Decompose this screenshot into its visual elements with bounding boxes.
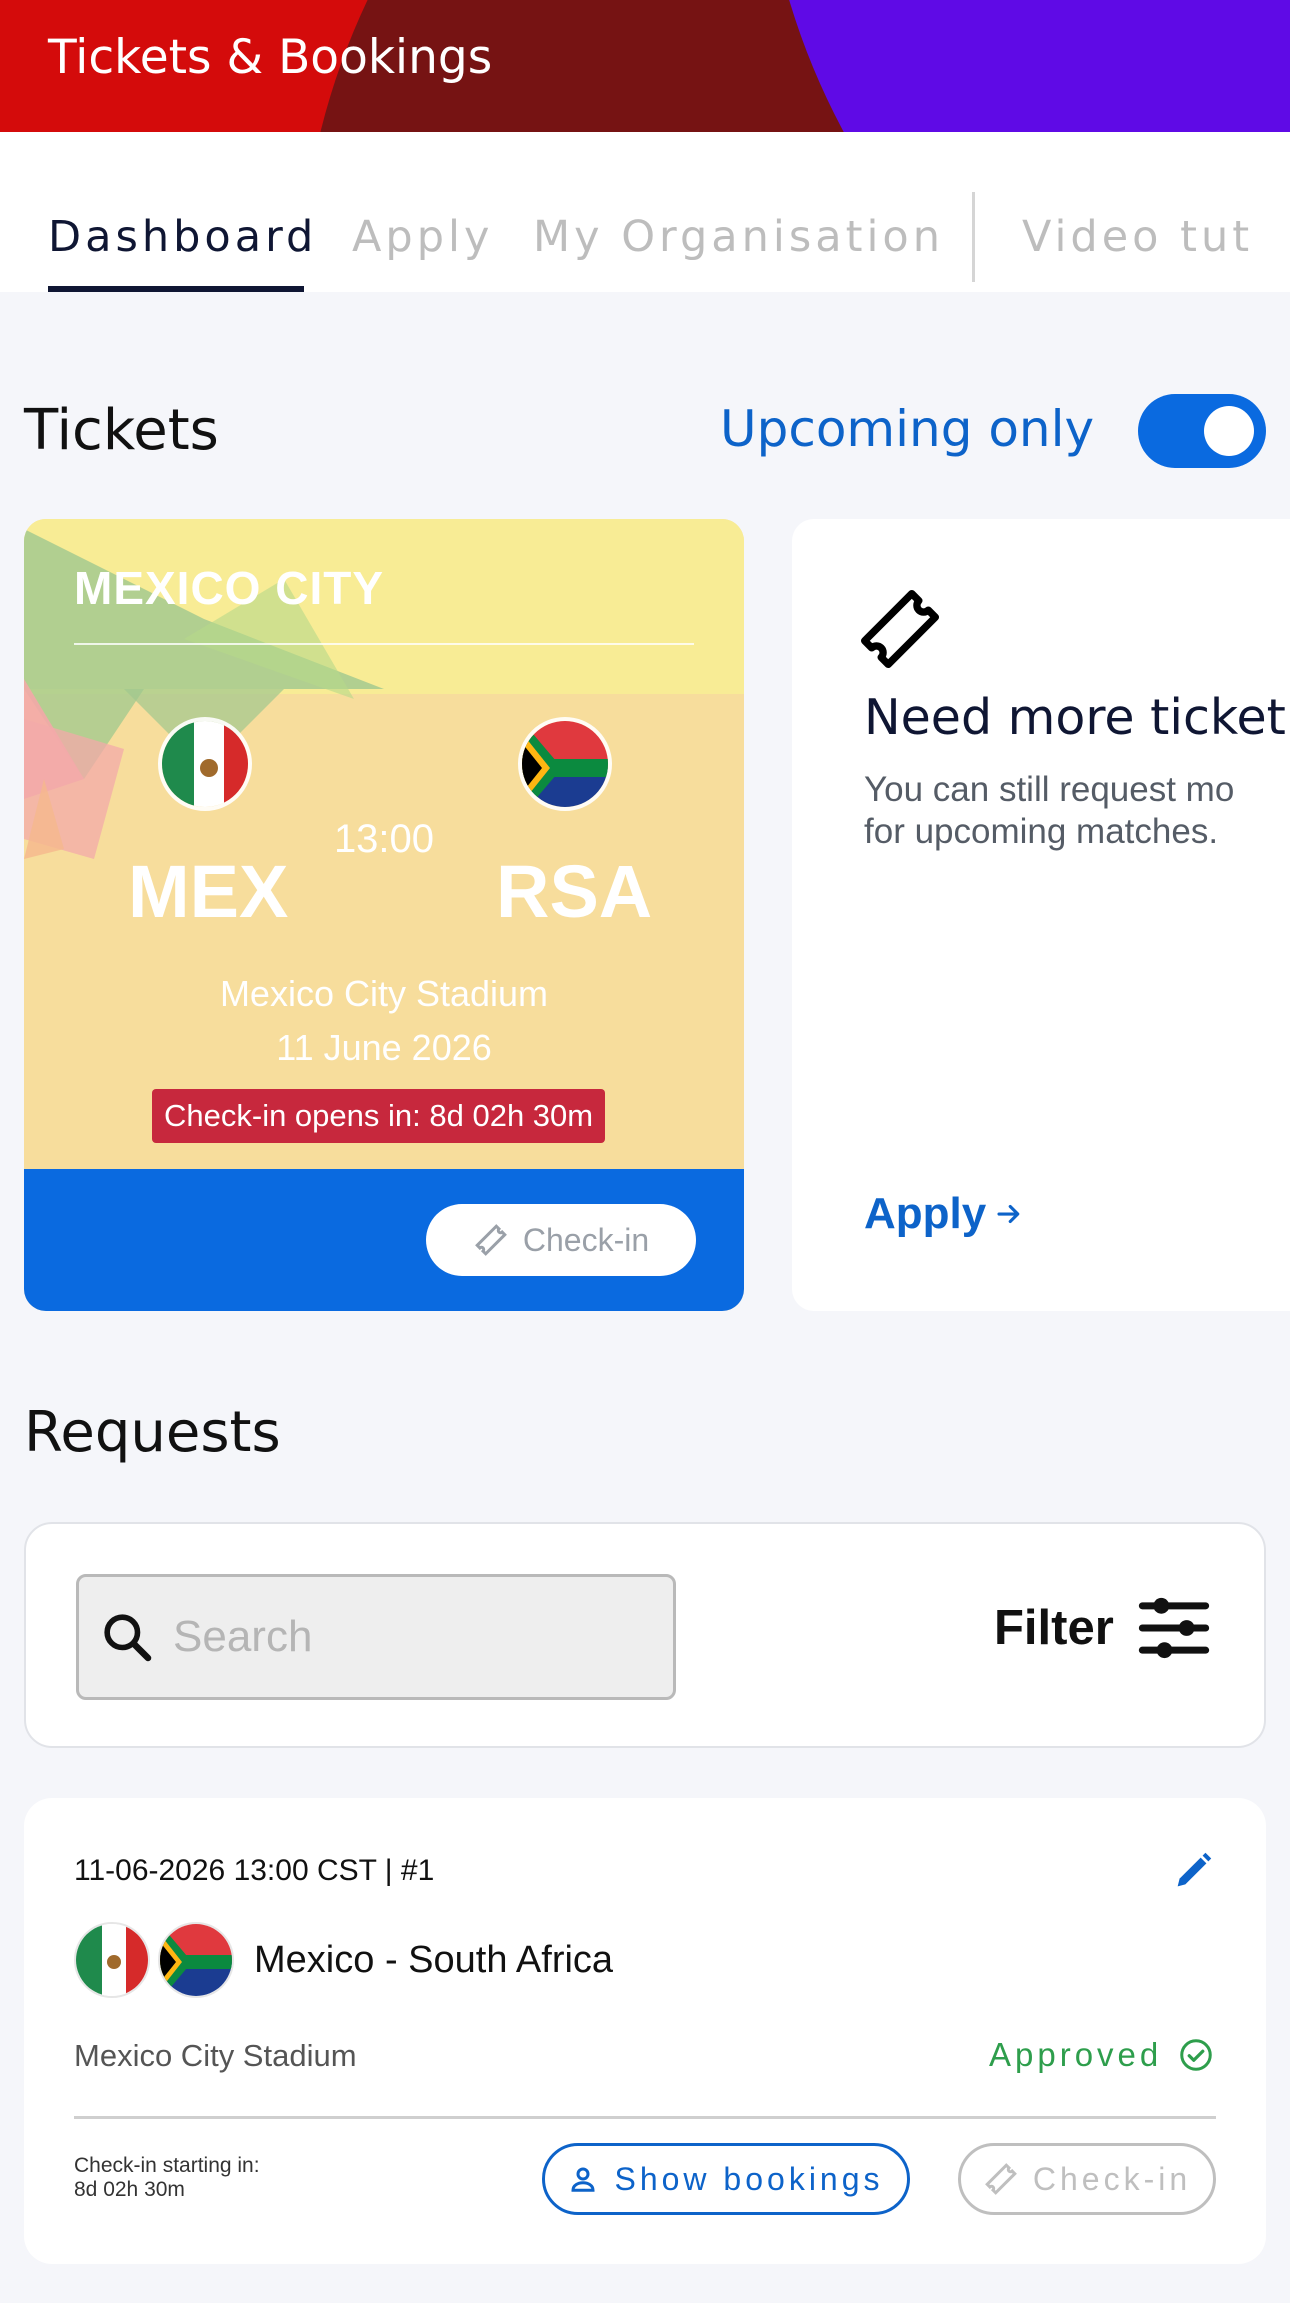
ticket-venue: Mexico City Stadium [219,973,549,1014]
header-decoration [760,0,1290,132]
search-placeholder: Search [173,1612,313,1661]
requests-heading: Requests [24,1400,281,1465]
checkin-countdown-value: 8d 02h 30m [74,2178,185,2201]
ticket-checkin-label: Check-in [522,1221,650,1258]
filter-label: Filter [994,1601,1114,1655]
status-label: Approved [989,2036,1163,2073]
app-header: Tickets & Bookings [0,0,1290,132]
away-team-name: South Africa [408,1939,614,1981]
home-team-name: Mexico [254,1939,375,1981]
ticket-date: 11 June 2026 [276,1027,492,1068]
show-bookings-label: Show bookings [614,2160,884,2197]
description-line: You can still request mo [864,770,1235,809]
ticket-card-footer: Check-in [24,1169,744,1311]
need-more-tickets-card: Need more ticket You can still request m… [792,519,1290,1311]
show-bookings-button[interactable]: Show bookings [542,2143,910,2215]
check-circle-icon [1180,2039,1213,2071]
home-team-code: MEX [128,850,289,933]
request-venue: Mexico City Stadium [74,2038,357,2073]
tab-video-tutorial[interactable]: Video tut [1022,212,1253,262]
team-separator: - [384,1939,398,1981]
mexico-flag-icon [74,1922,150,1998]
request-checkin-label: Check-in [1032,2160,1192,2197]
ticket-icon [984,2163,1017,2195]
apply-link-label: Apply [864,1189,987,1238]
search-input[interactable]: Search [76,1574,676,1700]
need-more-tickets-description: You can still request mo for upcoming ma… [864,769,1290,853]
app-title: Tickets & Bookings [48,30,493,85]
ticket-city-divider [74,643,694,645]
request-divider [74,2116,1216,2119]
tab-dashboard[interactable]: Dashboard [48,212,317,262]
filter-sliders-icon [1138,1597,1209,1659]
checkin-countdown: Check-in starting in: 8d 02h 30m [74,2154,260,2202]
away-team-code: RSA [496,850,653,933]
arrow-right-icon [997,1204,1020,1224]
ticket-checkin-button[interactable]: Check-in [426,1204,696,1276]
requests-search-panel: Search Filter [24,1522,1266,1748]
apply-link[interactable]: Apply [864,1189,1024,1239]
ticket-icon [474,1224,507,1256]
request-checkin-button[interactable]: Check-in [958,2143,1216,2215]
status-badge: Approved [989,2036,1214,2074]
upcoming-only-label: Upcoming only [720,400,1095,458]
ticket-icon [860,589,940,669]
ticket-card[interactable]: MEXICO CITY 13:00 MEX RSA Mexico City St… [24,519,744,1311]
ticket-city: MEXICO CITY [74,562,385,614]
tab-apply[interactable]: Apply [352,212,493,262]
user-icon [571,2167,595,2192]
south-africa-flag-icon [158,1922,234,1998]
need-more-tickets-title: Need more ticket [864,689,1286,746]
active-tab-indicator [48,286,304,292]
filter-button[interactable]: Filter [994,1590,1212,1666]
request-item[interactable]: 11-06-2026 13:00 CST | #1 Mexico - South… [24,1798,1266,2264]
tab-my-organisation[interactable]: My Organisation [533,212,944,262]
search-icon [104,1614,152,1662]
edit-pencil-icon[interactable] [1170,1848,1216,1894]
request-match-teams: Mexico - South Africa [254,1939,613,1982]
description-line: for upcoming matches. [864,812,1219,851]
toggle-knob [1204,406,1254,456]
tickets-heading: Tickets [24,398,219,463]
tab-bar: Dashboard Apply My Organisation Video tu… [0,132,1290,292]
checkin-countdown-badge: Check-in opens in: 8d 02h 30m [152,1089,606,1143]
tab-divider [972,192,975,282]
south-africa-flag-icon [518,717,612,811]
checkin-countdown-label: Check-in starting in: [74,2154,260,2177]
mexico-flag-icon [158,717,252,811]
request-header: 11-06-2026 13:00 CST | #1 [74,1854,435,1887]
upcoming-only-toggle[interactable] [1138,394,1266,468]
